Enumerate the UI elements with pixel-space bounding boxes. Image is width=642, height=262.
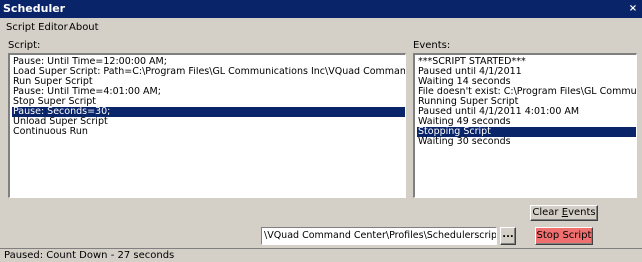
browse-button[interactable]: ... xyxy=(500,227,516,245)
stop-script-label: Stop Script xyxy=(536,230,592,241)
stop-script-button[interactable]: Stop Script xyxy=(535,227,593,245)
script-line[interactable]: Stop Super Script xyxy=(12,97,405,107)
menu-item-script-editor[interactable]: Script Editor xyxy=(6,20,68,35)
event-line[interactable]: Running Super Script xyxy=(417,97,636,107)
script-line[interactable]: Unload Super Script xyxy=(12,117,405,127)
event-line[interactable]: Waiting 14 seconds xyxy=(417,77,636,87)
event-line[interactable]: Paused until 4/1/2011 4:01:00 AM xyxy=(417,107,636,117)
events-label: Events: xyxy=(413,40,451,51)
event-line[interactable]: ***SCRIPT STARTED*** xyxy=(417,57,636,67)
event-line[interactable]: Stopping Script xyxy=(417,127,636,137)
menu-item-about[interactable]: About xyxy=(69,20,99,35)
event-line[interactable]: File doesn't exist: C:\Program Files\GL … xyxy=(417,87,636,97)
event-line[interactable]: Paused until 4/1/2011 xyxy=(417,67,636,77)
title-bar: Scheduler × xyxy=(0,0,642,18)
close-icon[interactable]: × xyxy=(627,3,639,14)
script-line[interactable]: Run Super Script xyxy=(12,77,405,87)
script-line[interactable]: Continuous Run xyxy=(12,127,405,137)
script-line[interactable]: Pause: Until Time=12:00:00 AM; xyxy=(12,57,405,67)
clear-events-label-end: vents xyxy=(568,207,596,218)
event-line[interactable]: Waiting 49 seconds xyxy=(417,117,636,127)
script-line[interactable]: Pause: Seconds=30; xyxy=(12,107,405,117)
script-label: Script: xyxy=(8,40,41,51)
script-line[interactable]: Pause: Until Time=4:01:00 AM; xyxy=(12,87,405,97)
browse-label: ... xyxy=(502,229,514,240)
clear-events-label-start: Clear xyxy=(532,207,562,218)
script-path-field[interactable]: \VQuad Command Center\Profiles\Scheduler… xyxy=(261,227,497,245)
clear-events-button[interactable]: Clear Events xyxy=(530,205,598,221)
status-text: Paused: Count Down - 27 seconds xyxy=(4,250,175,261)
script-path-value: \VQuad Command Center\Profiles\Scheduler… xyxy=(264,230,497,241)
script-line[interactable]: Load Super Script: Path=C:\Program Files… xyxy=(12,67,405,77)
events-listbox[interactable]: ***SCRIPT STARTED*** Paused until 4/1/201… xyxy=(413,53,637,198)
status-bar: Paused: Count Down - 27 seconds xyxy=(0,248,642,261)
script-listbox[interactable]: Pause: Until Time=12:00:00 AM; Load Super… xyxy=(8,53,406,198)
event-line[interactable]: Waiting 30 seconds xyxy=(417,137,636,147)
window-title: Scheduler xyxy=(3,2,66,15)
